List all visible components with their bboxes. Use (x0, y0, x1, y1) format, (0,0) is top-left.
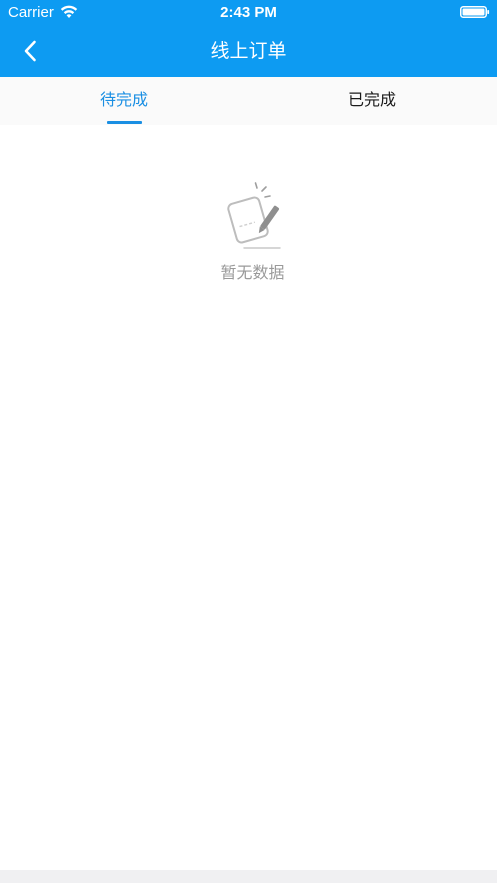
page-title: 线上订单 (210, 40, 287, 62)
tab-completed[interactable]: 已完成 (248, 77, 496, 125)
status-bar: Carrier 2:43 PM (0, 0, 497, 26)
bottom-safe-area (0, 870, 497, 883)
battery-icon (460, 6, 490, 18)
tab-bar: 待完成 已完成 (0, 77, 497, 125)
nav-bar: 线上订单 (0, 26, 497, 77)
header: Carrier 2:43 PM 线上订单 (0, 0, 497, 77)
empty-state-message: 暂无数据 (220, 263, 285, 282)
tab-pending[interactable]: 待完成 (0, 77, 248, 125)
status-time: 2:43 PM (220, 4, 277, 21)
screen: Carrier 2:43 PM 线上订单 待完成 已完成 暂无数据 (0, 0, 497, 883)
tab-active-indicator (107, 121, 142, 124)
empty-document-icon (227, 182, 281, 249)
